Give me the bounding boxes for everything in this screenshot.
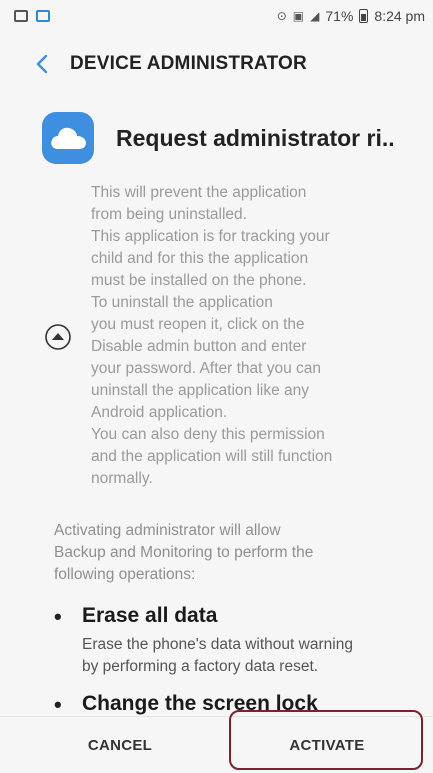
app-icon [36,10,50,22]
battery-icon [359,9,369,23]
cloud-icon [42,112,94,164]
request-title: Request administrator ri.. [116,124,395,151]
operation-description: Erase the phone's data without warning b… [82,636,353,675]
status-bar: ⊙ ▣ ◢ 71% 8:24 pm [0,0,433,36]
alarm-icon: ⊙ [276,9,287,23]
status-right: ⊙ ▣ ◢ 71% 8:24 pm [277,8,425,24]
operation-title: Change the screen lock [82,692,318,715]
request-description: This will prevent the application from b… [91,184,333,487]
app-bar: DEVICE ADMINISTRATOR [0,36,433,92]
page-title: DEVICE ADMINISTRATOR [70,53,307,74]
action-bar: CANCEL ACTIVATE [0,716,433,773]
cancel-button[interactable]: CANCEL [40,717,200,773]
bullet: • [54,604,62,629]
request-header: Request administrator ri.. [42,112,395,164]
battery-percent: 71% [325,8,354,24]
operation-title: Erase all data [82,604,218,627]
clock: 8:24 pm [374,8,425,24]
bullet: • [54,692,62,716]
chevron-left-icon [36,54,48,74]
activate-button[interactable]: ACTIVATE [229,717,425,773]
collapse-button[interactable] [43,322,73,352]
signal-icon: ◢ [310,9,320,23]
nfc-icon: ▣ [292,9,305,23]
content-scroll[interactable]: Request administrator ri.. This will pre… [0,96,433,716]
chevron-up-circle-icon [45,324,71,350]
back-button[interactable] [22,44,62,84]
status-left-icons [14,10,50,22]
gallery-icon [14,10,28,22]
operations-intro: Activating administrator will allow Back… [54,522,314,583]
